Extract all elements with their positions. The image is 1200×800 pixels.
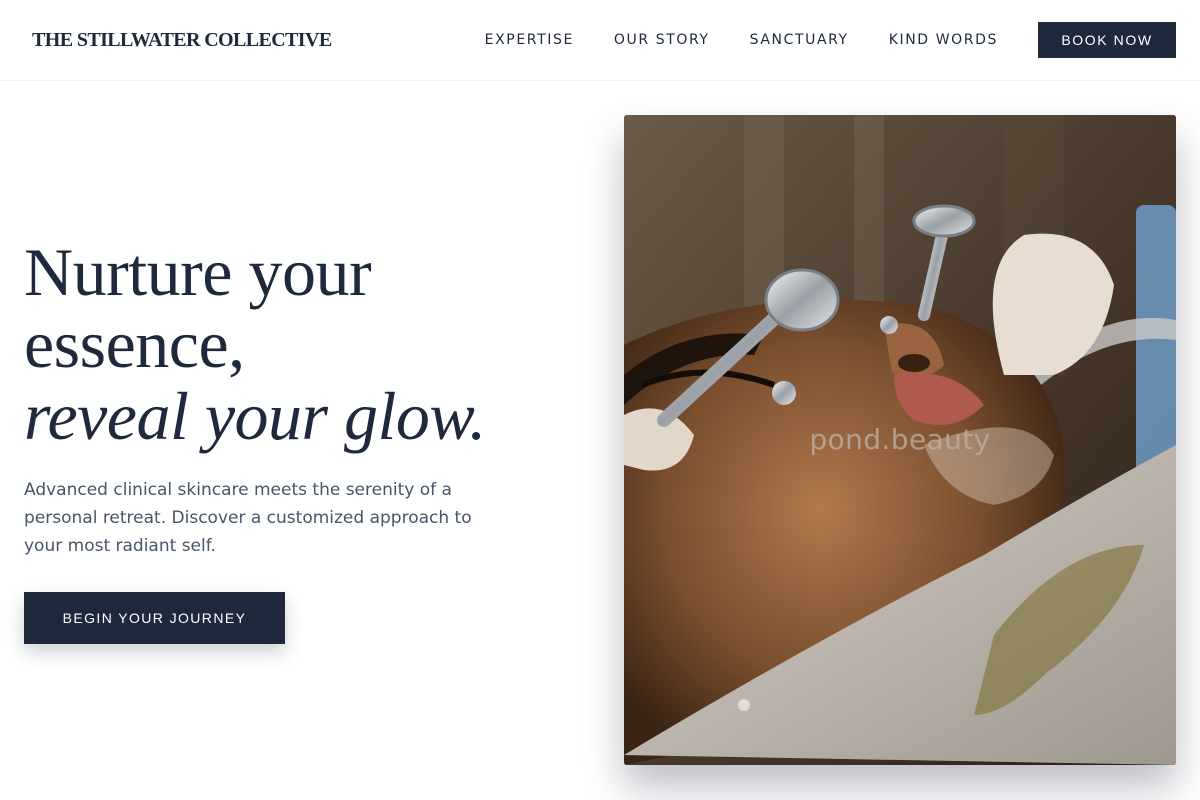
hero-photo: pond.beauty — [624, 115, 1176, 765]
hero-title-line-1: Nurture your — [24, 234, 372, 310]
brand-logo[interactable]: THE STILLWATER COLLECTIVE — [32, 27, 332, 53]
nav-link-kind-words[interactable]: KIND WORDS — [889, 32, 998, 48]
site-header: THE STILLWATER COLLECTIVE EXPERTISE OUR … — [0, 0, 1200, 81]
hero-title-line-3: reveal your glow. — [24, 378, 486, 454]
hero-title: Nurture your essence, reveal your glow. — [24, 236, 584, 452]
book-now-button[interactable]: BOOK NOW — [1038, 22, 1176, 58]
hero-subtitle: Advanced clinical skincare meets the ser… — [24, 480, 472, 556]
main-nav: EXPERTISE OUR STORY SANCTUARY KIND WORDS… — [485, 22, 1176, 58]
hero-title-line-2: essence, — [24, 306, 245, 382]
nav-link-expertise[interactable]: EXPERTISE — [485, 32, 574, 48]
nav-link-our-story[interactable]: OUR STORY — [614, 32, 710, 48]
photo-watermark: pond.beauty — [809, 423, 991, 456]
nav-link-sanctuary[interactable]: SANCTUARY — [750, 32, 849, 48]
begin-journey-button[interactable]: BEGIN YOUR JOURNEY — [24, 592, 285, 644]
